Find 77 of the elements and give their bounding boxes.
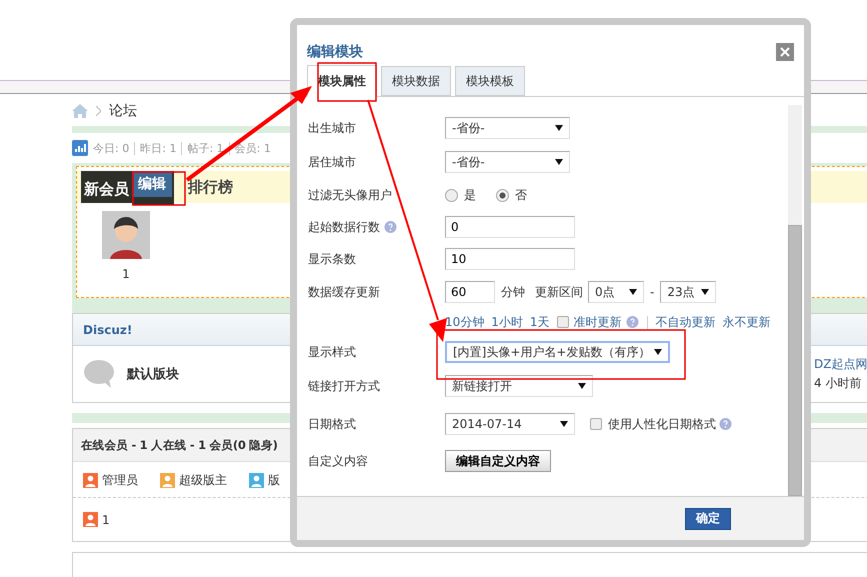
range-separator: - <box>650 285 654 299</box>
input-field[interactable]: 10 <box>445 248 575 270</box>
role-label: 超级版主 <box>179 472 227 489</box>
select-field[interactable]: 0点 <box>588 281 644 303</box>
select-field[interactable]: 23点 <box>660 281 716 303</box>
radio-button[interactable] <box>496 188 509 202</box>
checkbox[interactable] <box>556 316 569 328</box>
member-name[interactable]: 1 <box>122 267 130 281</box>
help-icon[interactable] <box>719 418 732 430</box>
field-label: 显示条数 <box>308 250 356 268</box>
stat-text: 会员: 1 <box>234 140 271 156</box>
checkbox[interactable] <box>590 418 602 430</box>
confirm-button[interactable]: 确定 <box>685 508 731 530</box>
select-field[interactable]: -省份- <box>445 117 570 139</box>
radio-button[interactable] <box>445 188 458 202</box>
interval-link[interactable]: 1小时 <box>491 314 523 330</box>
block-tab[interactable]: 排行榜 <box>188 171 233 203</box>
interval-link[interactable]: 准时更新 <box>574 314 622 330</box>
speech-bubble-icon <box>83 359 115 389</box>
dialog-title: 编辑模块 <box>307 42 363 60</box>
interval-link[interactable]: 1天 <box>530 314 550 330</box>
input-field[interactable]: 60 <box>445 281 495 303</box>
select-field[interactable]: 新链接打开 <box>445 375 593 397</box>
field-label: 数据缓存更新 <box>308 284 380 300</box>
avatar[interactable] <box>102 211 150 259</box>
stat-text: 今日: 0 <box>93 140 130 156</box>
category-title[interactable]: Discuz! <box>83 322 132 336</box>
online-title: 在线会员 - 1 人在线 - 1 会员(0 隐身) <box>81 438 278 452</box>
select-field[interactable]: [内置]头像+用户名+发贴数（有序） <box>445 341 670 363</box>
caret-icon <box>578 383 586 389</box>
field-label: 出生城市 <box>308 120 356 136</box>
unit-label: 分钟 <box>501 284 525 300</box>
chart-icon <box>72 140 88 156</box>
chevron-icon <box>96 106 101 116</box>
field-label: 过滤无头像用户 <box>308 186 392 204</box>
select-field[interactable]: 2014-07-14 <box>445 413 575 435</box>
field-label: 居住城市 <box>308 154 356 170</box>
field-label: 链接打开方式 <box>308 378 380 394</box>
radio-label: 否 <box>515 186 527 204</box>
edit-button[interactable]: 编辑 <box>132 171 174 205</box>
breadcrumb-item[interactable]: 论坛 <box>109 102 137 120</box>
last-post-time: 4 小时前 <box>814 375 862 392</box>
help-icon[interactable] <box>384 220 397 234</box>
caret-icon <box>701 289 710 295</box>
field-label: 自定义内容 <box>308 452 368 470</box>
block-tab[interactable]: 新会员 <box>81 171 132 203</box>
caret-icon <box>654 349 662 355</box>
field-label: 显示样式 <box>308 344 356 360</box>
field-label: 起始数据行数 <box>308 218 380 236</box>
annotation-box <box>317 62 377 102</box>
stat-text: 昨日: 1 <box>140 140 176 156</box>
stat-text: 帖子: 1 <box>187 140 224 156</box>
dialog-tab[interactable]: 模块数据 <box>381 66 451 96</box>
forum-name[interactable]: 默认版块 <box>127 365 179 383</box>
annotation-box <box>132 171 186 206</box>
user-link[interactable]: 1 <box>102 512 110 526</box>
last-post-link[interactable]: DZ起点网 <box>814 356 867 373</box>
radio-label: 是 <box>464 186 476 204</box>
caret-icon <box>555 125 563 131</box>
edit-content-button[interactable]: 编辑自定义内容 <box>445 450 551 472</box>
interval-link[interactable]: 永不更新 <box>722 314 771 330</box>
dialog-tab[interactable]: 模块模板 <box>455 66 525 96</box>
close-icon <box>780 46 790 56</box>
field-label: 日期格式 <box>308 416 356 432</box>
interval-link[interactable]: 10分钟 <box>445 314 484 330</box>
close-button[interactable] <box>776 42 794 60</box>
select-field[interactable]: -省份- <box>445 151 570 173</box>
caret-icon <box>629 289 637 295</box>
help-icon[interactable] <box>626 316 639 328</box>
scrollbar[interactable] <box>788 105 802 496</box>
home-icon[interactable] <box>72 104 88 118</box>
role-label: 管理员 <box>102 472 138 489</box>
interval-link[interactable]: 不自动更新 <box>656 314 716 330</box>
role-label: 版 <box>268 472 280 489</box>
range-label: 更新区间 <box>535 284 583 300</box>
checkbox-label: 使用人性化日期格式 <box>608 416 716 432</box>
input-field[interactable]: 0 <box>445 216 575 238</box>
